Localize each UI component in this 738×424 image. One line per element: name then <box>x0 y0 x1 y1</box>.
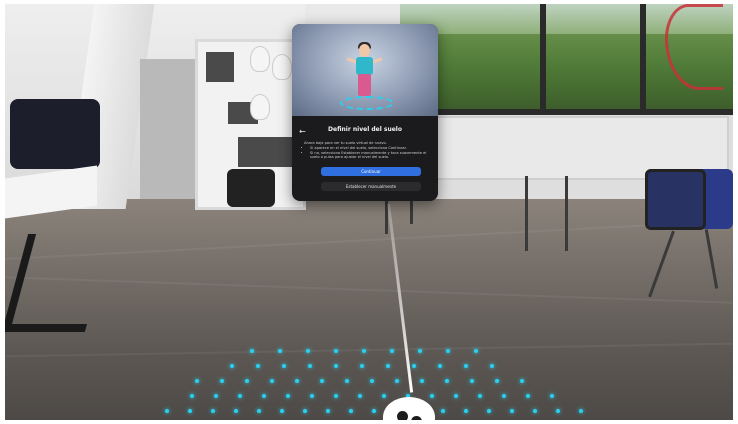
guardian-dot <box>295 379 299 383</box>
guardian-dot <box>454 394 458 398</box>
guardian-dot <box>345 379 349 383</box>
guardian-dot <box>474 349 478 353</box>
guardian-dot <box>320 379 324 383</box>
blue-chair-back <box>645 169 706 230</box>
bag <box>227 169 275 207</box>
red-structure <box>665 4 723 90</box>
dialog-body: Ahora baja para ver tu suelo virtual de … <box>304 141 428 160</box>
guardian-dot <box>372 409 376 413</box>
guardian-dot <box>382 394 386 398</box>
guardian-dot <box>579 409 583 413</box>
guardian-dot <box>262 394 266 398</box>
guardian-dot <box>278 349 282 353</box>
guardian-dot <box>257 409 261 413</box>
guardian-dot <box>446 349 450 353</box>
guardian-dot <box>334 394 338 398</box>
guardian-dot <box>526 394 530 398</box>
guardian-dot <box>470 379 474 383</box>
guardian-dot <box>445 379 449 383</box>
guardian-dot <box>256 364 260 368</box>
guardian-dot <box>282 364 286 368</box>
guardian-dot <box>165 409 169 413</box>
guardian-dot <box>441 409 445 413</box>
window <box>400 4 733 115</box>
guardian-dot <box>190 394 194 398</box>
continue-button[interactable]: Continuar <box>321 167 421 176</box>
guardian-dot <box>286 394 290 398</box>
guardian-dot <box>550 394 554 398</box>
guardian-dot <box>490 364 494 368</box>
guardian-dot <box>188 409 192 413</box>
guardian-dot <box>412 364 416 368</box>
avatar-illustration <box>292 24 438 116</box>
set-manually-button[interactable]: Establecer manualmente <box>321 182 421 191</box>
guardian-dot <box>430 394 434 398</box>
guardian-dot <box>250 349 254 353</box>
guardian-dot <box>533 409 537 413</box>
guardian-dot <box>220 379 224 383</box>
guardian-dot <box>386 364 390 368</box>
guardian-dot <box>238 394 242 398</box>
guardian-dot <box>478 394 482 398</box>
guardian-dot <box>438 364 442 368</box>
guardian-dot <box>495 379 499 383</box>
guardian-dot <box>360 364 364 368</box>
guardian-dot <box>502 394 506 398</box>
guardian-dot <box>230 364 234 368</box>
guardian-dot <box>308 364 312 368</box>
guardian-dot <box>520 379 524 383</box>
guardian-dot <box>334 349 338 353</box>
floor <box>5 199 733 420</box>
guardian-dot <box>280 409 284 413</box>
dialog-title: Definir nivel del suelo <box>328 126 402 133</box>
guardian-dot <box>349 409 353 413</box>
guardian-dot <box>395 379 399 383</box>
dialog-bullet: Si no, selecciona Establecer manualmente… <box>310 151 428 161</box>
guardian-dot <box>214 394 218 398</box>
guardian-dot <box>310 394 314 398</box>
guardian-dot <box>390 349 394 353</box>
guardian-dot <box>464 409 468 413</box>
guardian-dot <box>487 409 491 413</box>
guardian-dot <box>420 379 424 383</box>
guardian-dot <box>334 364 338 368</box>
guardian-dot <box>556 409 560 413</box>
guardian-dot <box>362 349 366 353</box>
guardian-dot <box>306 349 310 353</box>
guardian-dot <box>510 409 514 413</box>
guardian-dot <box>370 379 374 383</box>
office-chair <box>10 99 100 169</box>
guardian-dot <box>245 379 249 383</box>
floor-level-dialog: ← Definir nivel del suelo Ahora baja par… <box>292 24 438 201</box>
guardian-dot <box>270 379 274 383</box>
guardian-dot <box>211 409 215 413</box>
guardian-dot <box>418 349 422 353</box>
guardian-dot <box>234 409 238 413</box>
guardian-dot <box>326 409 330 413</box>
guardian-dot <box>464 364 468 368</box>
guardian-dot <box>195 379 199 383</box>
guardian-dot <box>358 394 362 398</box>
guardian-dot <box>303 409 307 413</box>
